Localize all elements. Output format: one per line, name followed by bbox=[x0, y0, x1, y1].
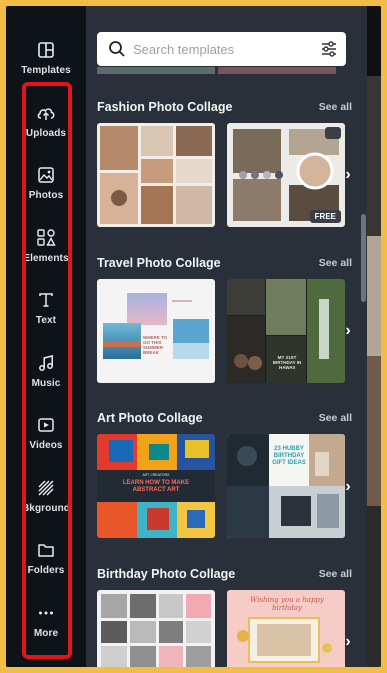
panel-scrollbar[interactable] bbox=[361, 214, 366, 302]
text-icon bbox=[35, 289, 57, 311]
sidebar: Templates Uploads Photos Elements Text M… bbox=[6, 6, 86, 667]
sidebar-item-more[interactable]: More bbox=[6, 591, 86, 649]
collage-preview bbox=[101, 594, 211, 667]
template-thumbnail[interactable]: ART CREATORS LEARN HOW TO MAKE ABSTRACT … bbox=[97, 434, 215, 538]
app-window: Templates Uploads Photos Elements Text M… bbox=[6, 6, 381, 667]
chevron-right-icon[interactable]: › bbox=[340, 321, 356, 341]
search-input[interactable] bbox=[133, 32, 313, 66]
see-all-link[interactable]: See all bbox=[319, 101, 352, 113]
search-icon bbox=[109, 41, 125, 57]
sidebar-item-videos[interactable]: Videos bbox=[6, 403, 86, 461]
previous-row-thumbnails bbox=[97, 67, 346, 78]
template-thumbnail[interactable]: MY 21ST BIRTHDAY IN HAWAII bbox=[227, 279, 345, 383]
sidebar-item-photos[interactable]: Photos bbox=[6, 153, 86, 211]
template-thumbnail[interactable]: 23 HUBBY BIRTHDAY GIFT IDEAS bbox=[227, 434, 345, 538]
image-icon bbox=[35, 164, 57, 186]
template-caption: 23 HUBBY BIRTHDAY GIFT IDEAS bbox=[272, 446, 306, 466]
sidebar-item-label: More bbox=[33, 627, 59, 639]
sidebar-item-label: Music bbox=[31, 377, 61, 389]
section-title: Birthday Photo Collage bbox=[97, 567, 236, 581]
search-bar bbox=[97, 32, 346, 66]
sidebar-item-folders[interactable]: Folders bbox=[6, 528, 86, 586]
more-dots-icon bbox=[35, 602, 57, 624]
see-all-link[interactable]: See all bbox=[319, 257, 352, 269]
template-thumbnail[interactable] bbox=[97, 590, 215, 667]
template-caption: LEARN HOW TO MAKE ABSTRACT ART bbox=[122, 480, 190, 493]
template-caption: WHERE TO GO THIS SUMMER BREAK bbox=[143, 335, 168, 355]
sidebar-item-label: Text bbox=[35, 314, 57, 326]
video-icon bbox=[35, 414, 57, 436]
template-thumbnail[interactable]: FREE bbox=[227, 123, 345, 227]
sidebar-item-label: Folders bbox=[27, 564, 65, 576]
layout-icon bbox=[35, 39, 57, 61]
free-badge: FREE bbox=[309, 210, 341, 223]
see-all-link[interactable]: See all bbox=[319, 568, 352, 580]
cloud-upload-icon bbox=[35, 102, 57, 124]
template-thumbnail[interactable]: Wishing you a happy birthday bbox=[227, 590, 345, 667]
filter-sliders-icon[interactable] bbox=[320, 40, 338, 58]
canvas-edge bbox=[367, 6, 381, 667]
sidebar-item-templates[interactable]: Templates bbox=[6, 28, 86, 86]
section-title: Fashion Photo Collage bbox=[97, 100, 233, 114]
see-all-link[interactable]: See all bbox=[319, 412, 352, 424]
sidebar-item-background[interactable]: Bkground bbox=[6, 466, 86, 524]
template-small-caption: ART CREATORS bbox=[142, 473, 170, 477]
sidebar-item-elements[interactable]: Elements bbox=[6, 216, 86, 274]
music-note-icon bbox=[35, 352, 57, 374]
folder-icon bbox=[35, 539, 57, 561]
chevron-right-icon[interactable]: › bbox=[340, 165, 356, 185]
sidebar-item-text[interactable]: Text bbox=[6, 278, 86, 336]
sidebar-item-label: Photos bbox=[28, 189, 64, 201]
background-hatch-icon bbox=[35, 477, 57, 499]
chevron-right-icon[interactable]: › bbox=[340, 477, 356, 497]
template-caption: MY 21ST BIRTHDAY IN HAWAII bbox=[272, 355, 302, 370]
template-caption: Wishing you a happy birthday bbox=[250, 596, 324, 612]
sidebar-item-label: Uploads bbox=[25, 127, 67, 139]
template-thumbnail[interactable] bbox=[97, 123, 215, 227]
sidebar-item-uploads[interactable]: Uploads bbox=[6, 91, 86, 149]
sidebar-item-label: Templates bbox=[21, 64, 71, 76]
section-title: Art Photo Collage bbox=[97, 411, 203, 425]
chevron-right-icon[interactable]: › bbox=[340, 632, 356, 652]
sidebar-item-music[interactable]: Music bbox=[6, 341, 86, 399]
templates-panel: Fashion Photo Collage See all bbox=[86, 6, 367, 667]
template-thumbnail[interactable]: WHERE TO GO THIS SUMMER BREAK bbox=[97, 279, 215, 383]
premium-crown-icon bbox=[325, 127, 341, 139]
collage-preview bbox=[103, 293, 209, 359]
sidebar-item-label: Elements bbox=[23, 252, 69, 264]
section-title: Travel Photo Collage bbox=[97, 256, 221, 270]
sidebar-item-label: Bkground bbox=[21, 502, 71, 514]
shapes-icon bbox=[35, 227, 57, 249]
collage-preview bbox=[100, 126, 212, 224]
sidebar-item-label: Videos bbox=[29, 439, 63, 451]
